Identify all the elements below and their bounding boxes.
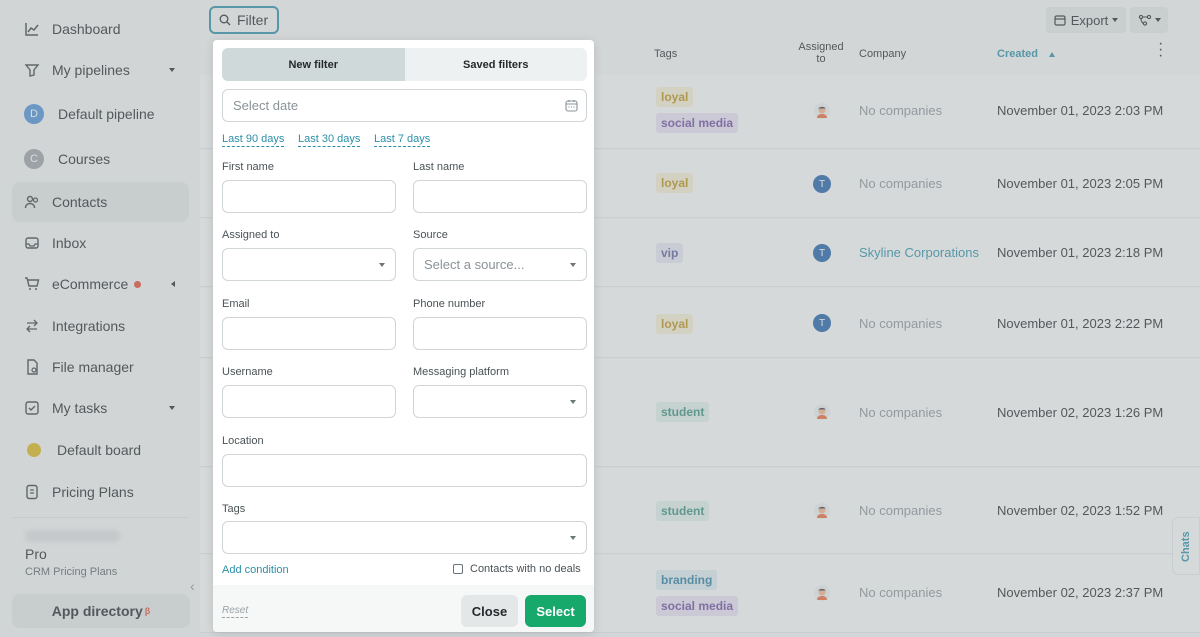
phone-field[interactable] [413, 317, 587, 350]
last-name-field[interactable] [413, 180, 587, 213]
location-field[interactable] [222, 454, 587, 487]
no-deals-checkbox[interactable] [453, 564, 463, 574]
assigned-to-select[interactable] [222, 248, 396, 281]
messaging-platform-select[interactable] [413, 385, 587, 418]
quick-range-90-days[interactable]: Last 90 days [222, 133, 285, 147]
source-label: Source [413, 229, 448, 241]
first-name-label: First name [222, 161, 274, 173]
chevron-down-icon [379, 263, 385, 267]
tags-select[interactable] [222, 521, 587, 554]
email-field[interactable] [222, 317, 396, 350]
reset-link[interactable]: Reset [222, 605, 249, 618]
modal-backdrop[interactable] [0, 0, 1200, 637]
phone-label: Phone number [413, 298, 486, 310]
tags-label: Tags [222, 503, 246, 515]
chevron-down-icon [570, 400, 576, 404]
filter-panel: New filter Saved filters Select date Las… [213, 40, 594, 632]
select-button[interactable]: Select [525, 595, 586, 627]
username-field[interactable] [222, 385, 396, 418]
close-button[interactable]: Close [461, 595, 518, 627]
filter-tabs: New filter Saved filters [222, 48, 587, 81]
location-label: Location [222, 435, 264, 447]
last-name-label: Last name [413, 161, 465, 173]
tab-saved-filters[interactable]: Saved filters [405, 48, 588, 81]
tab-new-filter[interactable]: New filter [222, 48, 405, 81]
filter-footer: Reset Close Select [213, 585, 594, 632]
assigned-to-label: Assigned to [222, 229, 280, 241]
calendar-icon [565, 100, 578, 112]
date-placeholder: Select date [233, 98, 299, 113]
source-select[interactable]: Select a source... [413, 248, 587, 281]
messaging-platform-label: Messaging platform [413, 366, 509, 378]
quick-range-30-days[interactable]: Last 30 days [298, 133, 361, 147]
chevron-down-icon [570, 263, 576, 267]
source-placeholder: Select a source... [424, 257, 525, 272]
date-picker-input[interactable]: Select date [222, 89, 587, 122]
chevron-down-icon [570, 536, 576, 540]
add-condition-link[interactable]: Add condition [222, 564, 289, 576]
quick-range-7-days[interactable]: Last 7 days [374, 133, 431, 147]
first-name-field[interactable] [222, 180, 396, 213]
username-label: Username [222, 366, 273, 378]
email-label: Email [222, 298, 250, 310]
no-deals-label: Contacts with no deals [470, 563, 581, 575]
